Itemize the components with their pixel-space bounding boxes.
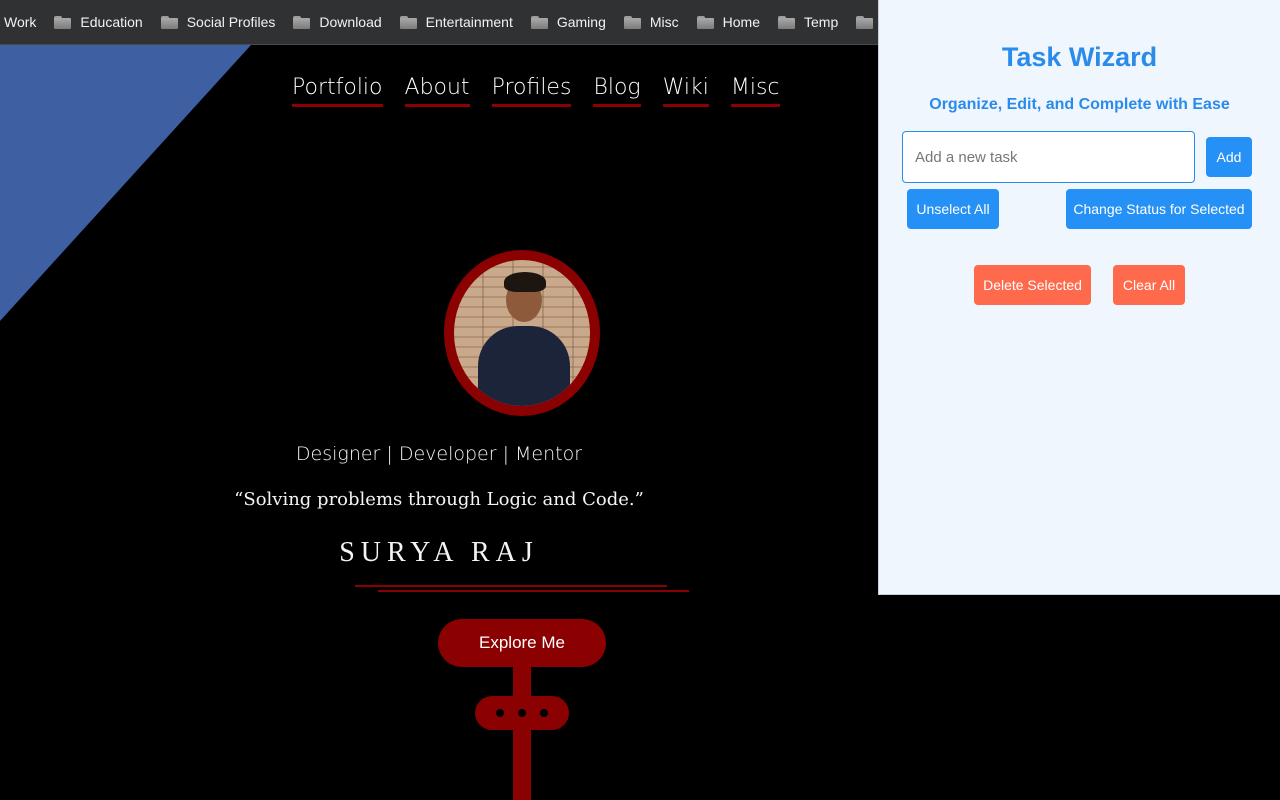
bookmark-label: Social Profiles xyxy=(186,14,276,30)
unselect-all-button[interactable]: Unselect All xyxy=(907,189,999,229)
bookmark-gaming[interactable]: Gaming xyxy=(522,0,615,44)
nav-wiki[interactable]: Wiki xyxy=(662,75,709,107)
clear-all-button[interactable]: Clear All xyxy=(1113,265,1185,305)
add-task-button[interactable]: Add xyxy=(1206,137,1252,177)
nav-blog[interactable]: Blog xyxy=(593,75,641,107)
explore-me-button[interactable]: Explore Me xyxy=(438,619,606,667)
decorative-stem xyxy=(513,667,531,800)
task-wizard-popup: Task Wizard Organize, Edit, and Complete… xyxy=(878,0,1280,595)
folder-icon xyxy=(293,15,311,29)
avatar xyxy=(454,260,590,406)
bookmark-download[interactable]: Download xyxy=(284,0,390,44)
name-underline-offset xyxy=(378,590,689,592)
folder-icon xyxy=(696,15,714,29)
bookmark-entertainment[interactable]: Entertainment xyxy=(391,0,522,44)
diagonal-shape xyxy=(0,45,251,321)
folder-icon xyxy=(623,15,641,29)
name-underline xyxy=(355,585,667,587)
bookmark-label: Misc xyxy=(649,14,679,30)
bookmark-temp[interactable]: Temp xyxy=(769,0,847,44)
bookmark-label: Entertainment xyxy=(425,14,513,30)
folder-icon xyxy=(54,15,72,29)
avatar-frame xyxy=(444,250,600,416)
folder-icon xyxy=(160,15,178,29)
nav-misc[interactable]: Misc xyxy=(730,75,780,107)
change-status-button[interactable]: Change Status for Selected xyxy=(1066,189,1252,229)
bookmark-home[interactable]: Home xyxy=(688,0,769,44)
site-nav: Portfolio About Profiles Blog Wiki Misc xyxy=(292,75,780,107)
folder-icon xyxy=(856,15,874,29)
bookmark-label: Temp xyxy=(804,14,839,30)
nav-portfolio[interactable]: Portfolio xyxy=(292,75,383,107)
popup-subtitle: Organize, Edit, and Complete with Ease xyxy=(929,96,1230,113)
delete-selected-button[interactable]: Delete Selected xyxy=(974,265,1091,305)
popup-title: Task Wizard xyxy=(1001,42,1158,72)
avatar-hair xyxy=(504,272,546,292)
portfolio-site: Portfolio About Profiles Blog Wiki Misc … xyxy=(0,45,878,800)
nav-profiles[interactable]: Profiles xyxy=(491,75,572,107)
nav-about[interactable]: About xyxy=(404,75,470,107)
bookmark-label: Work xyxy=(4,14,37,30)
bookmark-social-profiles[interactable]: Social Profiles xyxy=(152,0,285,44)
folder-icon xyxy=(399,15,417,29)
dot-icon xyxy=(518,709,526,717)
tagline: Designer | Developer | Mentor xyxy=(295,443,583,465)
bookmark-label: Education xyxy=(80,14,143,30)
bookmark-label: Home xyxy=(722,14,761,30)
dot-icon xyxy=(496,709,504,717)
dot-icon xyxy=(540,709,548,717)
browser-page: Work Education Social Profiles Download … xyxy=(0,0,1280,800)
avatar-body xyxy=(478,326,570,406)
bookmark-education[interactable]: Education xyxy=(45,0,151,44)
folder-icon xyxy=(530,15,548,29)
quote: “Solving problems through Logic and Code… xyxy=(234,489,644,510)
bookmark-label: Download xyxy=(319,14,382,30)
bookmark-misc[interactable]: Misc xyxy=(615,0,688,44)
new-task-input[interactable] xyxy=(902,131,1195,183)
bookmark-label: Gaming xyxy=(556,14,606,30)
bookmark-work[interactable]: Work xyxy=(0,0,45,44)
person-name: SURYA RAJ xyxy=(339,537,539,568)
folder-icon xyxy=(778,15,796,29)
more-dots-button[interactable] xyxy=(475,696,569,730)
